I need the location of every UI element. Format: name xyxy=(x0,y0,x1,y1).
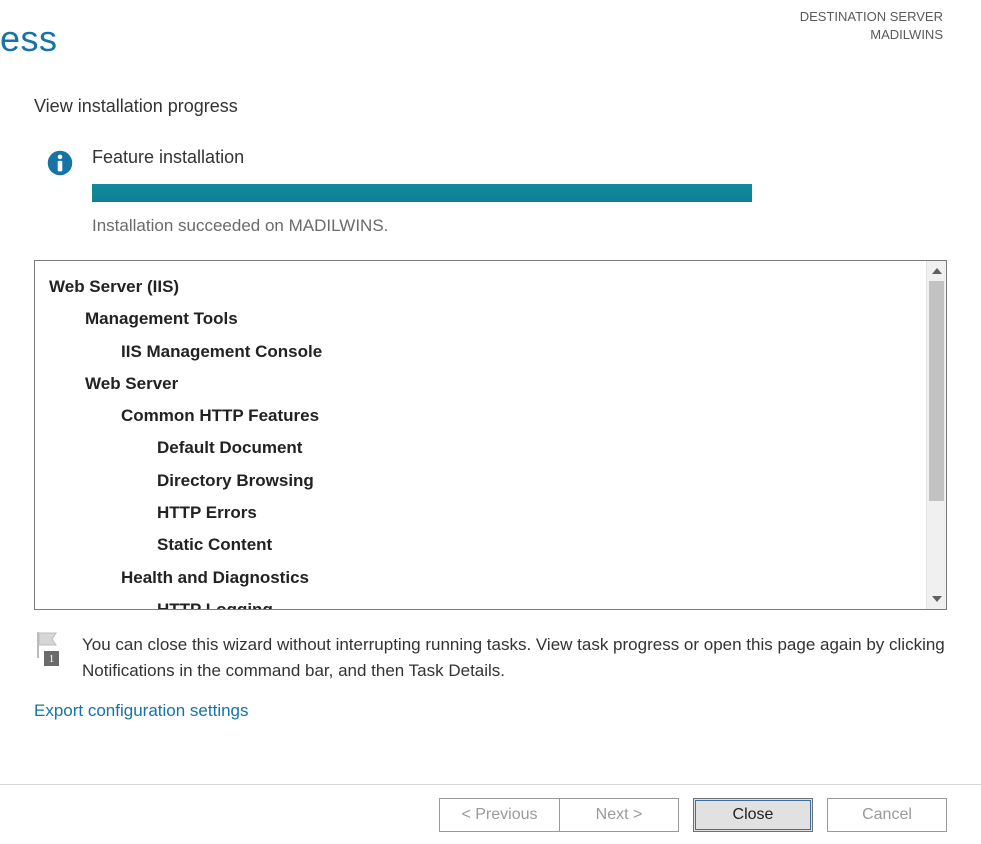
tree-item: Web Server (IIS) xyxy=(49,271,918,303)
tree-item: HTTP Logging xyxy=(157,594,918,609)
content: View installation progress Feature insta… xyxy=(34,96,947,721)
close-button[interactable]: Close xyxy=(693,798,813,832)
tree-item: Health and Diagnostics xyxy=(121,562,918,594)
tree-item: Default Document xyxy=(157,432,918,464)
feature-title: Feature installation xyxy=(92,147,947,168)
scroll-down-button[interactable] xyxy=(927,589,946,609)
tree-item: Management Tools xyxy=(85,303,918,335)
scroll-thumb[interactable] xyxy=(929,281,944,501)
export-config-link[interactable]: Export configuration settings xyxy=(34,701,249,721)
hint-row: 1 You can close this wizard without inte… xyxy=(34,632,947,685)
tree-item: Web Server xyxy=(85,368,918,400)
destination-label: DESTINATION SERVER xyxy=(800,8,943,26)
destination-value: MADILWINS xyxy=(800,26,943,44)
chevron-down-icon xyxy=(932,596,942,602)
tree-item: Common HTTP Features xyxy=(121,400,918,432)
chevron-up-icon xyxy=(932,268,942,274)
tree-item: IIS Management Console xyxy=(121,336,918,368)
feature-list-box: Web Server (IIS) Management Tools IIS Ma… xyxy=(34,260,947,610)
hint-text: You can close this wizard without interr… xyxy=(82,632,947,685)
info-icon xyxy=(46,149,74,177)
feature-list[interactable]: Web Server (IIS) Management Tools IIS Ma… xyxy=(35,261,926,609)
notification-flag-icon: 1 xyxy=(34,632,64,666)
page-title: ess xyxy=(0,18,58,60)
next-button: Next > xyxy=(559,798,679,832)
wizard-container: ess DESTINATION SERVER MADILWINS View in… xyxy=(0,0,981,844)
tree-item: Directory Browsing xyxy=(157,465,918,497)
cancel-button: Cancel xyxy=(827,798,947,832)
scrollbar[interactable] xyxy=(926,261,946,609)
subheading: View installation progress xyxy=(34,96,947,117)
header: ess DESTINATION SERVER MADILWINS xyxy=(0,0,981,70)
tree-item: HTTP Errors xyxy=(157,497,918,529)
previous-button: < Previous xyxy=(439,798,559,832)
tree-item: Static Content xyxy=(157,529,918,561)
scroll-up-button[interactable] xyxy=(927,261,946,281)
progress-bar xyxy=(92,184,752,202)
svg-text:1: 1 xyxy=(49,653,55,665)
prev-next-group: < Previous Next > xyxy=(439,798,679,832)
destination-server-block: DESTINATION SERVER MADILWINS xyxy=(800,8,943,43)
feature-col: Feature installation Installation succee… xyxy=(92,147,947,256)
scroll-track[interactable] xyxy=(927,281,946,589)
footer: < Previous Next > Close Cancel xyxy=(0,784,981,844)
status-text: Installation succeeded on MADILWINS. xyxy=(92,216,947,236)
feature-row: Feature installation Installation succee… xyxy=(46,147,947,256)
